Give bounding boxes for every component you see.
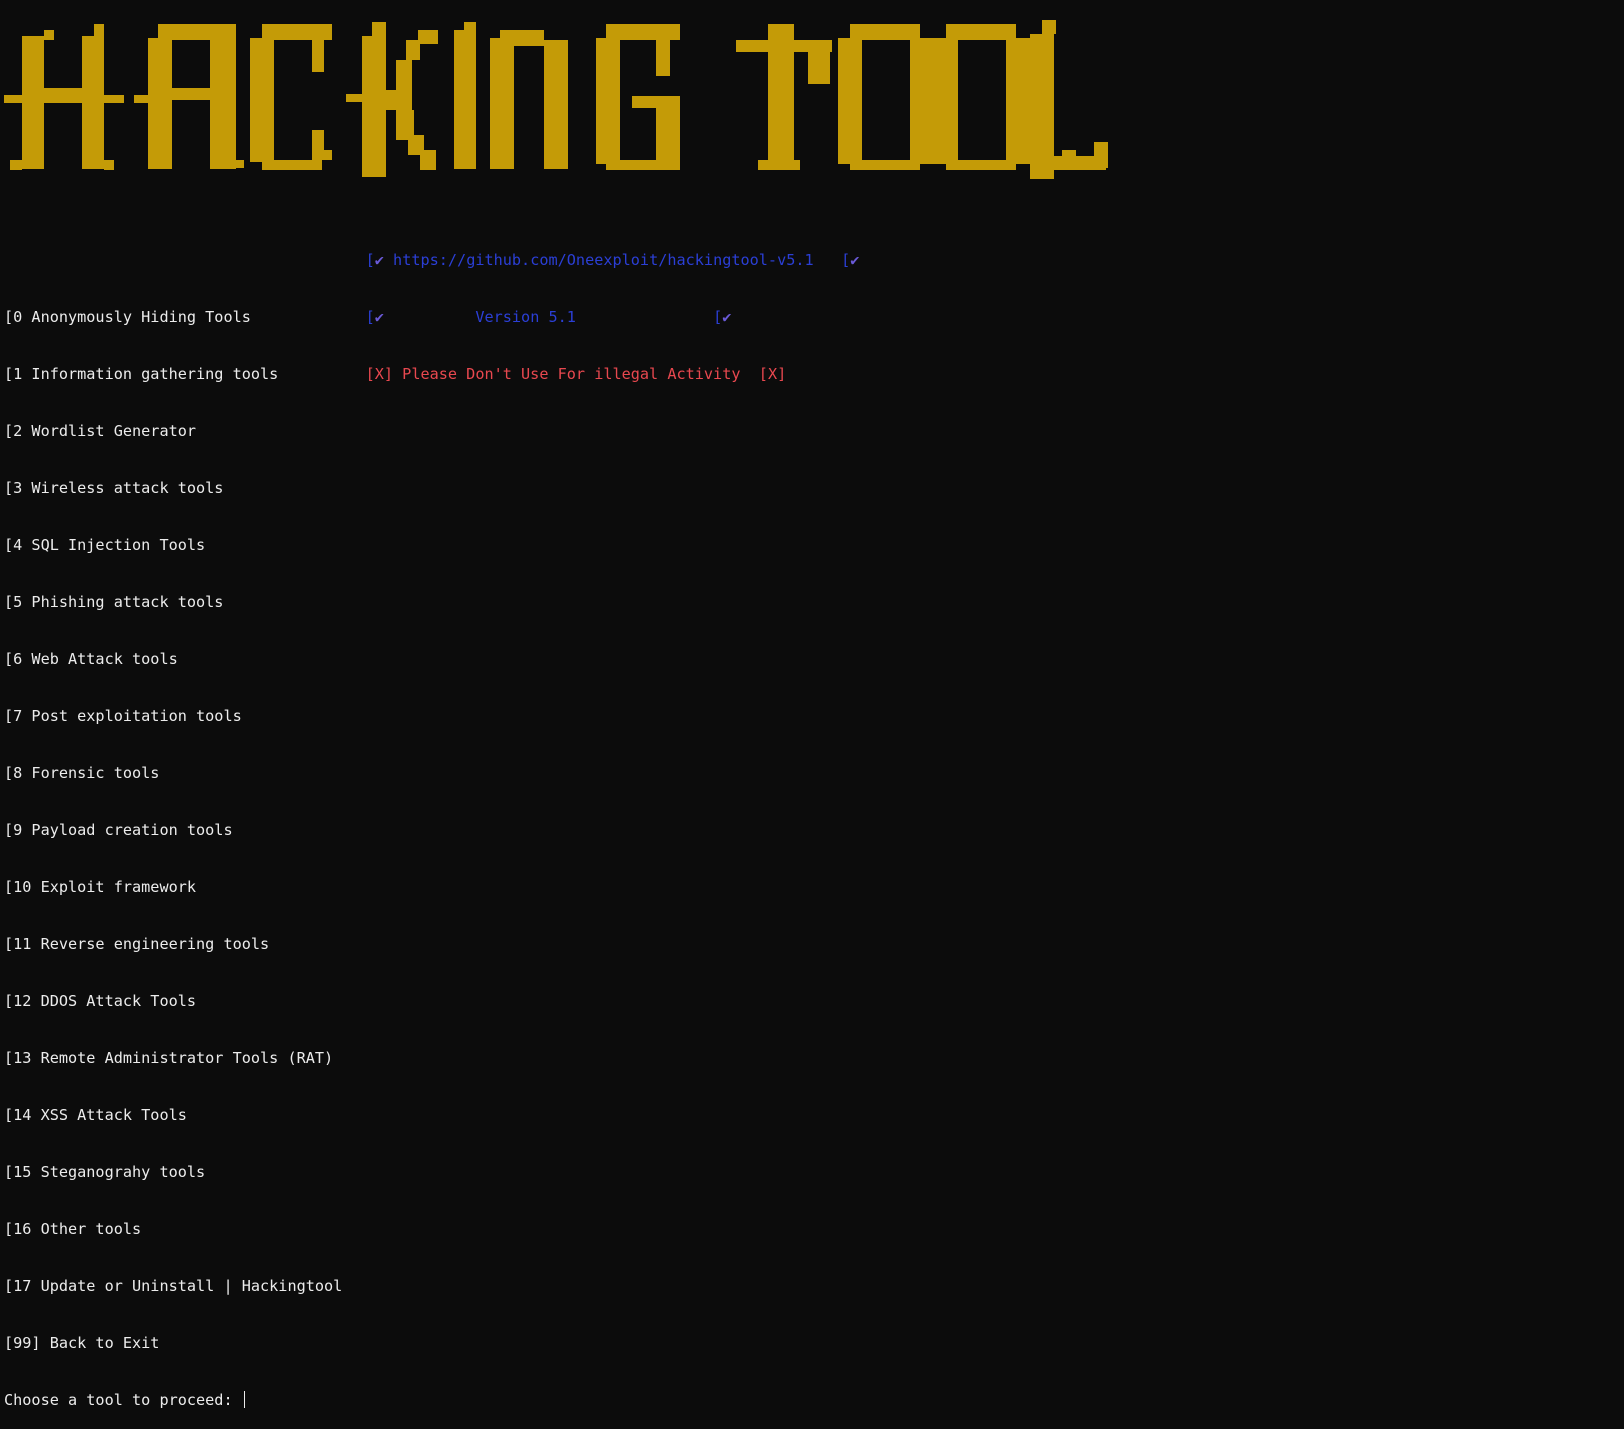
menu-item-other-tools[interactable]: [16 Other tools [4,1220,342,1239]
version-line: [✔ Version 5.1 [✔ [329,289,859,326]
bracket-left: [ [713,308,723,326]
check-icon: ✔ [722,308,732,326]
check-icon: ✔ [374,308,384,326]
menu-item-information-gathering[interactable]: [1 Information gathering tools [4,365,342,384]
warning-text: Please Don't Use For illegal Activity [402,365,741,383]
menu-item-xss-attack[interactable]: [14 XSS Attack Tools [4,1106,342,1125]
menu-item-anonymously-hiding[interactable]: [0 Anonymously Hiding Tools [4,308,342,327]
menu-item-steganography[interactable]: [15 Steganograhy tools [4,1163,342,1182]
prompt-text: Choose a tool to proceed: [4,1391,242,1409]
text-cursor [243,1391,245,1408]
tool-menu: [0 Anonymously Hiding Tools [1 Informati… [4,270,342,1429]
version-text: Version 5.1 [475,308,576,326]
repo-url-link[interactable]: https://github.com/Oneexploit/hackingtoo… [393,251,814,269]
check-icon: ✔ [374,251,384,269]
menu-item-payload-creation[interactable]: [9 Payload creation tools [4,821,342,840]
menu-item-back-to-exit[interactable]: [99] Back to Exit [4,1334,342,1353]
hackingtool-banner-logo [4,20,1108,179]
menu-item-forensic[interactable]: [8 Forensic tools [4,764,342,783]
menu-item-sql-injection[interactable]: [4 SQL Injection Tools [4,536,342,555]
check-icon: ✔ [850,251,860,269]
header-info: [✔ https://github.com/Oneexploit/hacking… [329,194,860,384]
menu-item-wordlist-generator[interactable]: [2 Wordlist Generator [4,422,342,441]
warning-line: [X] Please Don't Use For illegal Activit… [329,346,859,383]
warning-prefix: [X] [365,365,394,383]
menu-item-phishing-attack[interactable]: [5 Phishing attack tools [4,593,342,612]
repo-link-line: [✔ https://github.com/Oneexploit/hacking… [329,232,860,269]
menu-item-reverse-engineering[interactable]: [11 Reverse engineering tools [4,935,342,954]
menu-item-ddos-attack[interactable]: [12 DDOS Attack Tools [4,992,342,1011]
bracket-left: [ [365,251,375,269]
menu-item-post-exploitation[interactable]: [7 Post exploitation tools [4,707,342,726]
bracket-left: [ [841,251,851,269]
menu-item-remote-administrator[interactable]: [13 Remote Administrator Tools (RAT) [4,1049,342,1068]
warning-suffix: [X] [758,365,787,383]
menu-item-wireless-attack[interactable]: [3 Wireless attack tools [4,479,342,498]
bracket-left: [ [365,308,375,326]
command-prompt[interactable]: Choose a tool to proceed: [4,1391,342,1410]
menu-item-exploit-framework[interactable]: [10 Exploit framework [4,878,342,897]
menu-item-web-attack[interactable]: [6 Web Attack tools [4,650,342,669]
menu-item-update-uninstall[interactable]: [17 Update or Uninstall | Hackingtool [4,1277,342,1296]
